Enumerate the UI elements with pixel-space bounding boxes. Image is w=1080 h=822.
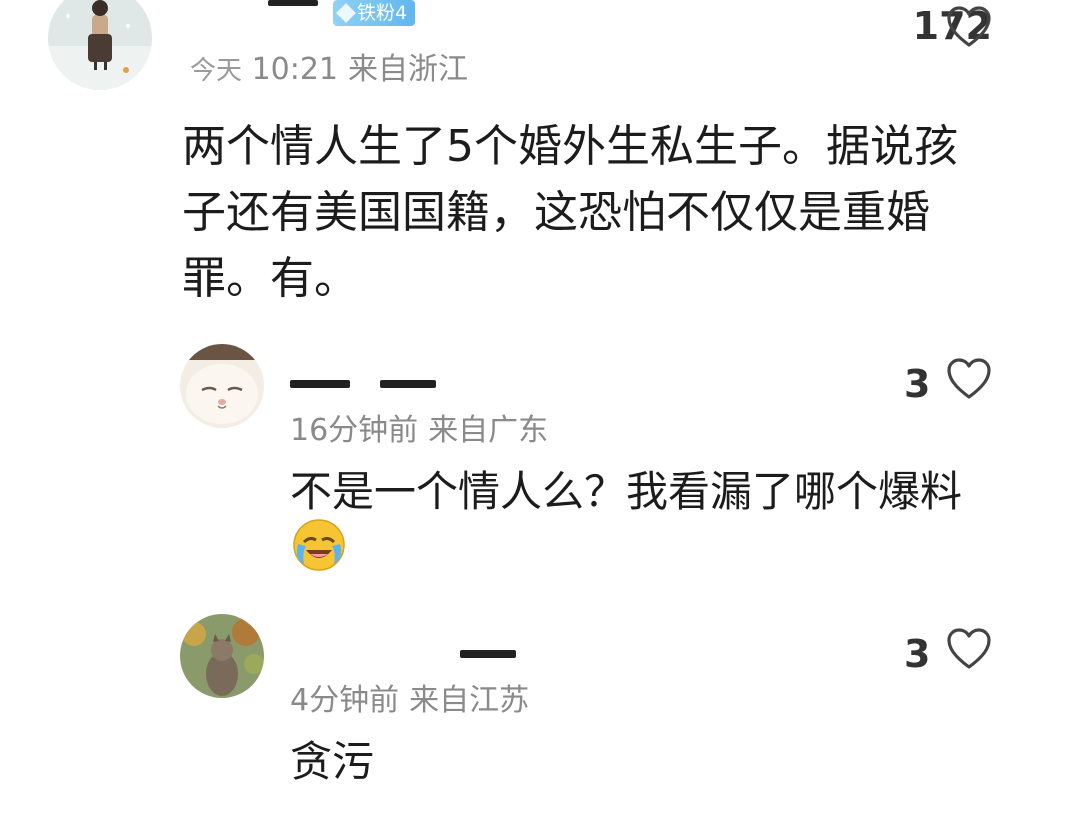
like-count: 3 bbox=[904, 632, 931, 676]
avatar[interactable] bbox=[180, 614, 264, 698]
comment-location: 来自江苏 bbox=[409, 683, 530, 718]
username-redacted[interactable] bbox=[460, 650, 516, 658]
comment-meta: 4分钟前 来自江苏 bbox=[290, 675, 529, 719]
like-button[interactable]: 3 bbox=[904, 632, 930, 676]
comment-text-line-1: 贪污 bbox=[290, 737, 375, 786]
comment-time: 4分钟前 bbox=[290, 683, 400, 718]
heart-outline-icon[interactable] bbox=[946, 628, 992, 670]
cat-avatar-image bbox=[180, 614, 264, 698]
comment-3: 4分钟前 来自江苏 3 贪污 bbox=[0, 0, 1080, 822]
